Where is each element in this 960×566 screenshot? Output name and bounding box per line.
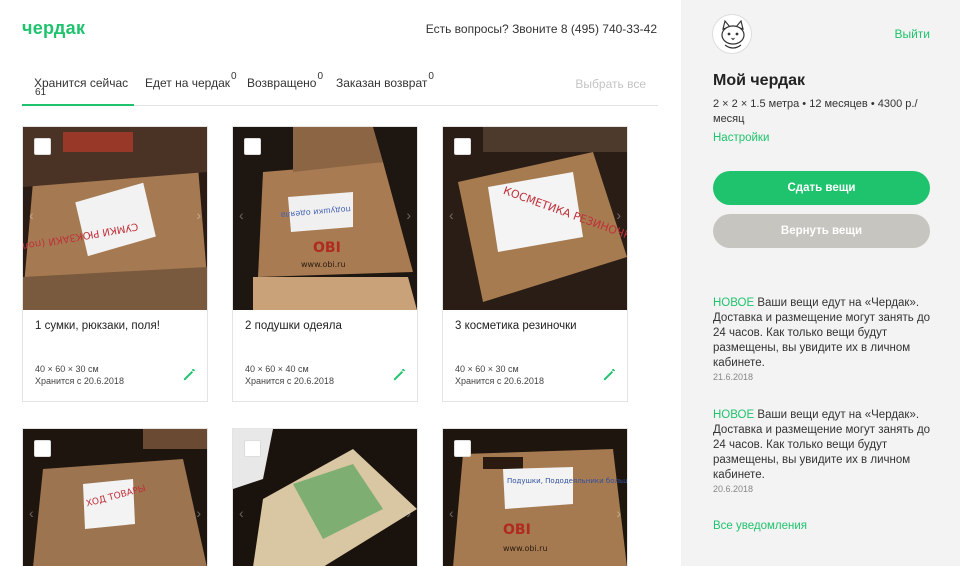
pencil-icon[interactable] bbox=[602, 367, 617, 382]
item-photo[interactable]: ‹ › bbox=[233, 429, 417, 566]
item-checkbox[interactable] bbox=[454, 138, 471, 155]
item-title: 3 косметика резиночки bbox=[455, 320, 577, 332]
item-stored-date: Хранится с 20.6.2018 bbox=[35, 376, 124, 386]
box-photo-image: подушки одеяла OBI www.obi.ru bbox=[233, 127, 417, 310]
new-badge: НОВОЕ bbox=[713, 409, 755, 421]
tab-count: 0 bbox=[231, 71, 237, 82]
chevron-left-icon[interactable]: ‹ bbox=[29, 207, 34, 223]
item-card[interactable]: ХОД ТОВАРЫ ‹ › bbox=[22, 428, 208, 566]
item-title: 1 сумки, рюкзаки, поля! bbox=[35, 320, 160, 332]
tab-label: Хранится сейчас bbox=[34, 76, 129, 90]
notification-date: 20.6.2018 bbox=[713, 484, 754, 494]
tab-in-transit[interactable]: Едет на чердак0 bbox=[145, 66, 237, 106]
chevron-left-icon[interactable]: ‹ bbox=[449, 505, 454, 521]
support-phone: Есть вопросы? Звоните 8 (495) 740-33-42 bbox=[425, 22, 657, 36]
item-card[interactable]: подушки одеяла OBI www.obi.ru ‹ › 2 поду… bbox=[232, 126, 418, 402]
avatar[interactable] bbox=[712, 14, 752, 54]
chevron-left-icon[interactable]: ‹ bbox=[29, 505, 34, 521]
tab-stored-now[interactable]: Хранится сейчас61 bbox=[22, 66, 134, 106]
tab-count: 61 bbox=[35, 87, 47, 98]
chevron-right-icon[interactable]: › bbox=[616, 505, 621, 521]
tab-return-ordered[interactable]: Заказан возврат0 bbox=[336, 66, 434, 106]
chevron-right-icon[interactable]: › bbox=[196, 207, 201, 223]
settings-link[interactable]: Настройки bbox=[713, 132, 769, 144]
pencil-icon[interactable] bbox=[182, 367, 197, 382]
tab-returned[interactable]: Возвращено0 bbox=[247, 66, 323, 106]
item-checkbox[interactable] bbox=[34, 440, 51, 457]
new-badge: НОВОЕ bbox=[713, 297, 755, 309]
logout-link[interactable]: Выйти bbox=[894, 27, 930, 41]
chevron-right-icon[interactable]: › bbox=[196, 505, 201, 521]
return-items-button[interactable]: Вернуть вещи bbox=[713, 214, 930, 248]
item-photo[interactable]: Подушки, Пододеяльники больше OBI www.ob… bbox=[443, 429, 627, 566]
tab-label: Возвращено bbox=[247, 76, 317, 90]
tab-label: Заказан возврат bbox=[336, 76, 428, 90]
select-all-link[interactable]: Выбрать все bbox=[575, 77, 646, 91]
item-checkbox[interactable] bbox=[454, 440, 471, 457]
item-stored-date: Хранится с 20.6.2018 bbox=[245, 376, 334, 386]
box-photo-image: СУМКИ РЮКЗАКИ (поля) bbox=[23, 127, 207, 310]
tabs-bar: Хранится сейчас61 Едет на чердак0 Возвра… bbox=[22, 66, 658, 106]
box-photo-image: КОСМЕТИКА РЕЗИНОЧКИ bbox=[443, 127, 627, 310]
item-title: 2 подушки одеяла bbox=[245, 320, 342, 332]
photo-note: Подушки, Пододеяльники больше bbox=[507, 477, 627, 485]
notification-date: 21.6.2018 bbox=[713, 372, 754, 382]
chevron-right-icon[interactable]: › bbox=[406, 505, 411, 521]
tab-label: Едет на чердак bbox=[145, 76, 230, 90]
pencil-icon[interactable] bbox=[392, 367, 407, 382]
give-items-button[interactable]: Сдать вещи bbox=[713, 171, 930, 205]
chevron-left-icon[interactable]: ‹ bbox=[449, 207, 454, 223]
item-stored-date: Хранится с 20.6.2018 bbox=[455, 376, 544, 386]
box-site-text: www.obi.ru bbox=[301, 260, 346, 269]
item-card[interactable]: Подушки, Пододеяльники больше OBI www.ob… bbox=[442, 428, 628, 566]
chevron-left-icon[interactable]: ‹ bbox=[239, 207, 244, 223]
item-checkbox[interactable] bbox=[34, 138, 51, 155]
tab-count: 0 bbox=[428, 71, 434, 82]
main-content: чердак Есть вопросы? Звоните 8 (495) 740… bbox=[0, 0, 681, 566]
notification: НОВОЕ Ваши вещи едут на «Чердак». Достав… bbox=[713, 408, 935, 495]
item-card[interactable]: СУМКИ РЮКЗАКИ (поля) ‹ › 1 сумки, рюкзак… bbox=[22, 126, 208, 402]
item-photo[interactable]: СУМКИ РЮКЗАКИ (поля) ‹ › bbox=[23, 127, 207, 310]
cat-icon bbox=[721, 19, 745, 49]
box-site-text: www.obi.ru bbox=[503, 544, 548, 553]
item-checkbox[interactable] bbox=[244, 440, 261, 457]
item-dimensions: 40 × 60 × 30 см bbox=[35, 364, 99, 374]
logo[interactable]: чердак bbox=[22, 18, 85, 39]
chevron-right-icon[interactable]: › bbox=[616, 207, 621, 223]
item-dimensions: 40 × 60 × 30 см bbox=[455, 364, 519, 374]
item-photo[interactable]: ХОД ТОВАРЫ ‹ › bbox=[23, 429, 207, 566]
notification: НОВОЕ Ваши вещи едут на «Чердак». Достав… bbox=[713, 296, 935, 383]
item-photo[interactable]: подушки одеяла OBI www.obi.ru ‹ › bbox=[233, 127, 417, 310]
account-sidebar: Выйти Мой чердак 2 × 2 × 1.5 метра • 12 … bbox=[681, 0, 960, 566]
item-card[interactable]: КОСМЕТИКА РЕЗИНОЧКИ ‹ › 3 косметика рези… bbox=[442, 126, 628, 402]
item-card[interactable]: ‹ › bbox=[232, 428, 418, 566]
item-checkbox[interactable] bbox=[244, 138, 261, 155]
item-dimensions: 40 × 60 × 40 см bbox=[245, 364, 309, 374]
box-brand-text: OBI bbox=[313, 240, 341, 256]
plan-title: Мой чердак bbox=[713, 72, 806, 89]
all-notifications-link[interactable]: Все уведомления bbox=[713, 520, 807, 532]
chevron-right-icon[interactable]: › bbox=[406, 207, 411, 223]
chevron-left-icon[interactable]: ‹ bbox=[239, 505, 244, 521]
item-photo[interactable]: КОСМЕТИКА РЕЗИНОЧКИ ‹ › bbox=[443, 127, 627, 310]
box-brand-text: OBI bbox=[503, 522, 531, 538]
plan-info: 2 × 2 × 1.5 метра • 12 месяцев • 4300 р.… bbox=[713, 98, 918, 125]
tab-count: 0 bbox=[317, 71, 324, 82]
